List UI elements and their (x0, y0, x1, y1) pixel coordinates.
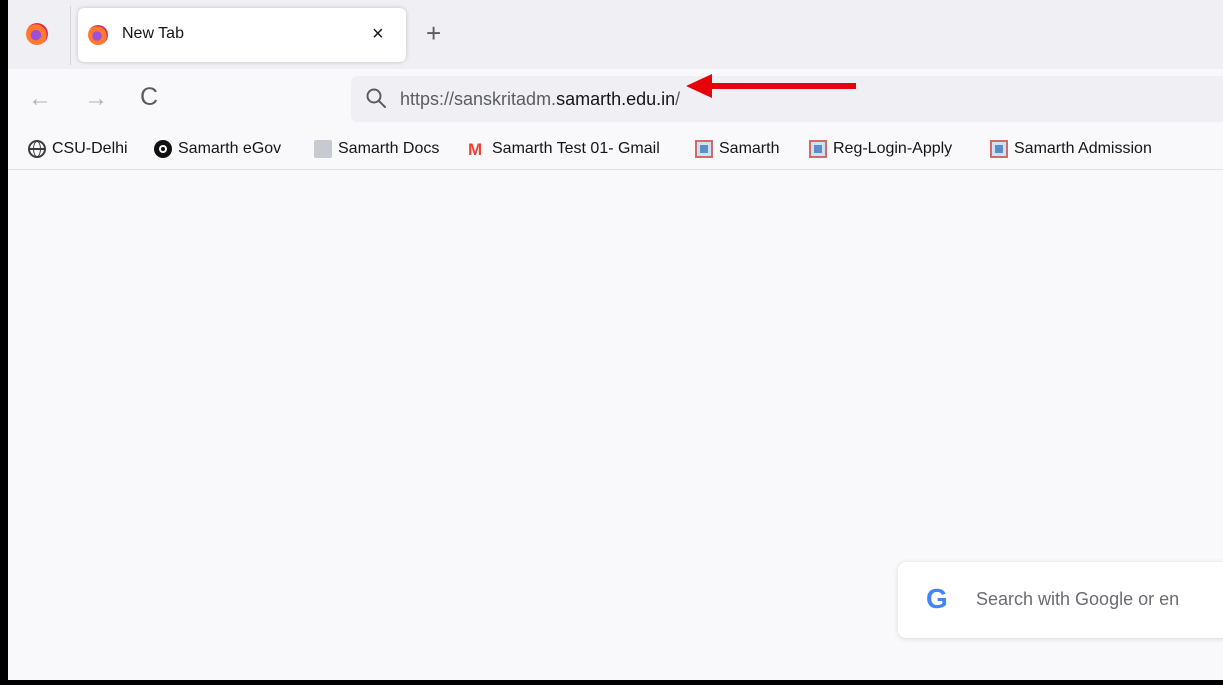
url-prefix: https://sanskritadm. (400, 89, 557, 109)
new-tab-button[interactable]: + (426, 20, 441, 46)
url-host: samarth.edu.in (556, 89, 676, 109)
firefox-view-icon[interactable] (26, 23, 48, 45)
gmail-icon: M (468, 140, 483, 159)
search-icon (366, 88, 386, 108)
url-text[interactable]: https://sanskritadm.samarth.edu.in/ (400, 89, 680, 110)
search-placeholder: Search with Google or en (976, 589, 1180, 609)
globe-icon (28, 140, 46, 158)
bookmark-csu-delhi[interactable]: CSU-Delhi (28, 138, 128, 160)
image-icon (695, 140, 713, 158)
bookmark-samarth-test-gmail[interactable]: M Samarth Test 01- Gmail (468, 138, 660, 160)
bookmark-samarth-egov[interactable]: Samarth eGov (154, 138, 281, 160)
tab-new-tab[interactable]: New Tab × (78, 8, 406, 62)
bookmark-label: Samarth eGov (178, 140, 282, 157)
bookmark-samarth[interactable]: Samarth (695, 138, 779, 160)
bookmark-label: Samarth Test 01- Gmail (492, 140, 660, 157)
google-search-box[interactable]: G Search with Google or en (898, 562, 1223, 638)
browser-window: New Tab × + ← → C https://sanskritadm.sa… (8, 0, 1223, 680)
close-tab-icon[interactable]: × (372, 22, 384, 46)
annotation-arrow-icon (686, 74, 712, 98)
bookmark-label: Samarth (719, 140, 780, 157)
tab-separator (70, 6, 71, 65)
bookmarks-toolbar: CSU-Delhi Samarth eGov Samarth Docs M Sa… (8, 129, 1223, 170)
back-button[interactable]: ← (28, 85, 52, 113)
image-icon (809, 140, 827, 158)
image-icon (990, 140, 1008, 158)
google-icon: G (926, 583, 948, 614)
document-icon (314, 140, 332, 158)
bookmark-label: Reg-Login-Apply (833, 140, 953, 157)
bookmark-samarth-docs[interactable]: Samarth Docs (314, 138, 439, 160)
tab-title: New Tab (122, 25, 184, 42)
reload-button[interactable]: C (140, 83, 158, 112)
bookmark-label: CSU-Delhi (52, 140, 128, 157)
tab-strip: New Tab × + (8, 0, 1223, 69)
bookmark-label: Samarth Docs (338, 140, 440, 157)
navigation-toolbar: ← → C https://sanskritadm.samarth.edu.in… (8, 69, 1223, 129)
bookmark-reg-login-apply[interactable]: Reg-Login-Apply (809, 138, 952, 160)
url-suffix: / (675, 89, 681, 109)
annotation-arrow-shaft (708, 83, 856, 89)
firefox-icon (88, 25, 108, 45)
new-tab-page: G Search with Google or en (8, 170, 1223, 680)
bookmark-samarth-admission[interactable]: Samarth Admission (990, 138, 1152, 160)
forward-button[interactable]: → (84, 85, 108, 113)
bookmark-label: Samarth Admission (1014, 140, 1152, 157)
circle-logo-icon (154, 140, 172, 158)
